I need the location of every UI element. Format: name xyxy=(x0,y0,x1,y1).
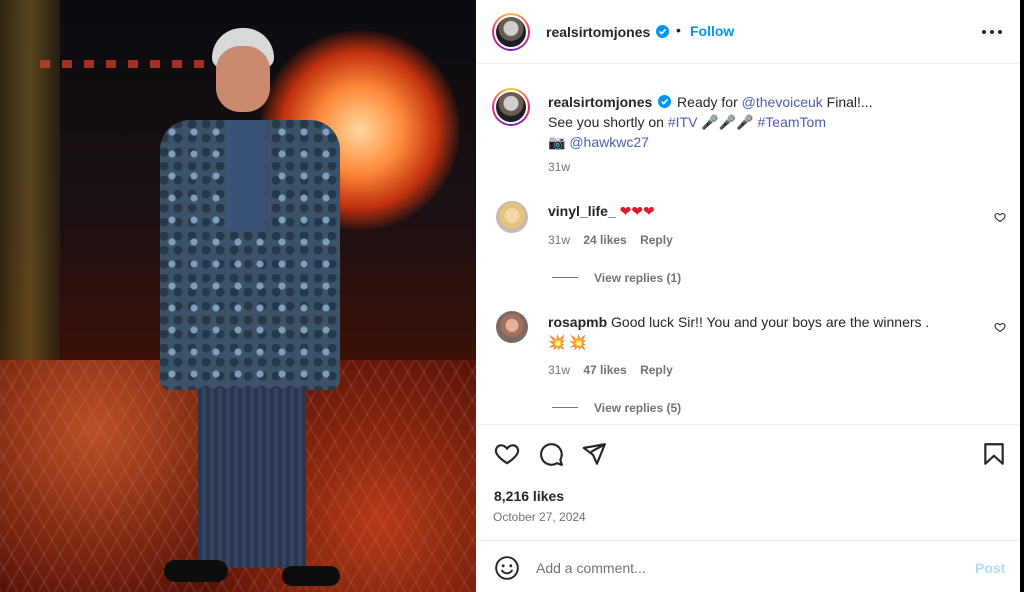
comment-icon[interactable] xyxy=(538,441,564,467)
photo-person xyxy=(150,28,350,588)
bookmark-icon[interactable] xyxy=(981,441,1007,467)
share-icon[interactable] xyxy=(581,441,607,467)
instagram-post-modal: realsirtomjones • Follow realsirtomjones xyxy=(0,0,1024,592)
reply-button[interactable]: Reply xyxy=(640,233,673,247)
caption-timestamp[interactable]: 31w xyxy=(548,160,570,174)
comment-meta: 31w 24 likes Reply xyxy=(548,233,673,247)
microphone-emoji: 🎤🎤🎤 xyxy=(701,114,754,130)
hashtag-teamtom[interactable]: #TeamTom xyxy=(758,114,826,130)
camera-emoji: 📷 xyxy=(548,134,566,150)
collision-emoji: 💥 💥 xyxy=(548,334,587,350)
photo-shirt xyxy=(226,120,266,230)
mention-hawkwc27[interactable]: @hawkwc27 xyxy=(569,134,649,150)
comment-timestamp[interactable]: 31w xyxy=(548,233,570,247)
comment-text: Good luck Sir!! You and your boys are th… xyxy=(611,314,930,330)
post-header: realsirtomjones • Follow xyxy=(476,0,1020,64)
add-comment-bar: Post xyxy=(476,540,1020,592)
caption-text: See you shortly on xyxy=(548,114,668,130)
heart-emoji: ❤❤❤ xyxy=(619,203,655,219)
emoji-icon[interactable] xyxy=(494,555,520,581)
photo-face xyxy=(216,46,270,112)
comment-likes[interactable]: 47 likes xyxy=(583,363,626,377)
mention-thevoiceuk[interactable]: @thevoiceuk xyxy=(742,94,823,110)
modal-edge xyxy=(1020,0,1024,592)
commenter-username[interactable]: rosapmb xyxy=(548,314,607,330)
comment-like-icon[interactable] xyxy=(994,211,1006,223)
author-username[interactable]: realsirtomjones xyxy=(546,24,650,40)
author-avatar[interactable] xyxy=(492,13,530,51)
hashtag-itv[interactable]: #ITV xyxy=(668,114,698,130)
caption-author-avatar[interactable] xyxy=(492,88,530,126)
photo-pants xyxy=(198,388,306,568)
comment-body: rosapmb Good luck Sir!! You and your boy… xyxy=(548,314,929,330)
photo-shoe-left xyxy=(164,560,228,582)
comment-likes[interactable]: 24 likes xyxy=(583,233,626,247)
comment-input[interactable] xyxy=(536,555,956,581)
view-replies-button[interactable]: View replies (5) xyxy=(552,401,681,415)
verified-badge-icon xyxy=(656,25,669,38)
view-replies-line xyxy=(552,407,578,408)
comment-timestamp[interactable]: 31w xyxy=(548,363,570,377)
post-side-panel: realsirtomjones • Follow realsirtomjones xyxy=(476,0,1020,592)
commenter-avatar[interactable] xyxy=(496,201,528,233)
commenter-username[interactable]: vinyl_life_ xyxy=(548,203,616,219)
reply-button[interactable]: Reply xyxy=(640,363,673,377)
commenter-avatar[interactable] xyxy=(496,311,528,343)
photo-shoe-right xyxy=(282,566,340,586)
post-photo[interactable] xyxy=(0,0,476,592)
view-replies-label: View replies (5) xyxy=(594,401,682,415)
likes-count[interactable]: 8,216 likes xyxy=(494,488,564,504)
view-replies-label: View replies (1) xyxy=(594,271,682,285)
caption-username[interactable]: realsirtomjones xyxy=(548,94,652,110)
header-separator: • xyxy=(676,22,681,38)
more-icon[interactable] xyxy=(980,22,1004,42)
view-replies-button[interactable]: View replies (1) xyxy=(552,271,681,285)
heart-icon[interactable] xyxy=(494,441,520,467)
view-replies-line xyxy=(552,277,578,278)
post-comment-button[interactable]: Post xyxy=(975,560,1005,576)
comment-meta: 31w 47 likes Reply xyxy=(548,363,673,377)
caption-line-2: See you shortly on #ITV 🎤🎤🎤 #TeamTom xyxy=(548,113,826,131)
caption-text: Final!... xyxy=(822,94,873,110)
comment-body: vinyl_life_ ❤❤❤ xyxy=(548,203,655,220)
post-date[interactable]: October 27, 2024 xyxy=(493,510,586,524)
caption-line-1: realsirtomjones Ready for @thevoiceuk Fi… xyxy=(548,93,873,111)
follow-button[interactable]: Follow xyxy=(690,23,734,39)
comments-section[interactable]: realsirtomjones Ready for @thevoiceuk Fi… xyxy=(476,64,1020,424)
caption-text: Ready for xyxy=(677,94,742,110)
post-actions: 8,216 likes October 27, 2024 xyxy=(476,424,1020,540)
comment-like-icon[interactable] xyxy=(994,321,1006,333)
verified-badge-icon xyxy=(658,95,672,108)
caption-line-3: 📷 @hawkwc27 xyxy=(548,133,649,151)
